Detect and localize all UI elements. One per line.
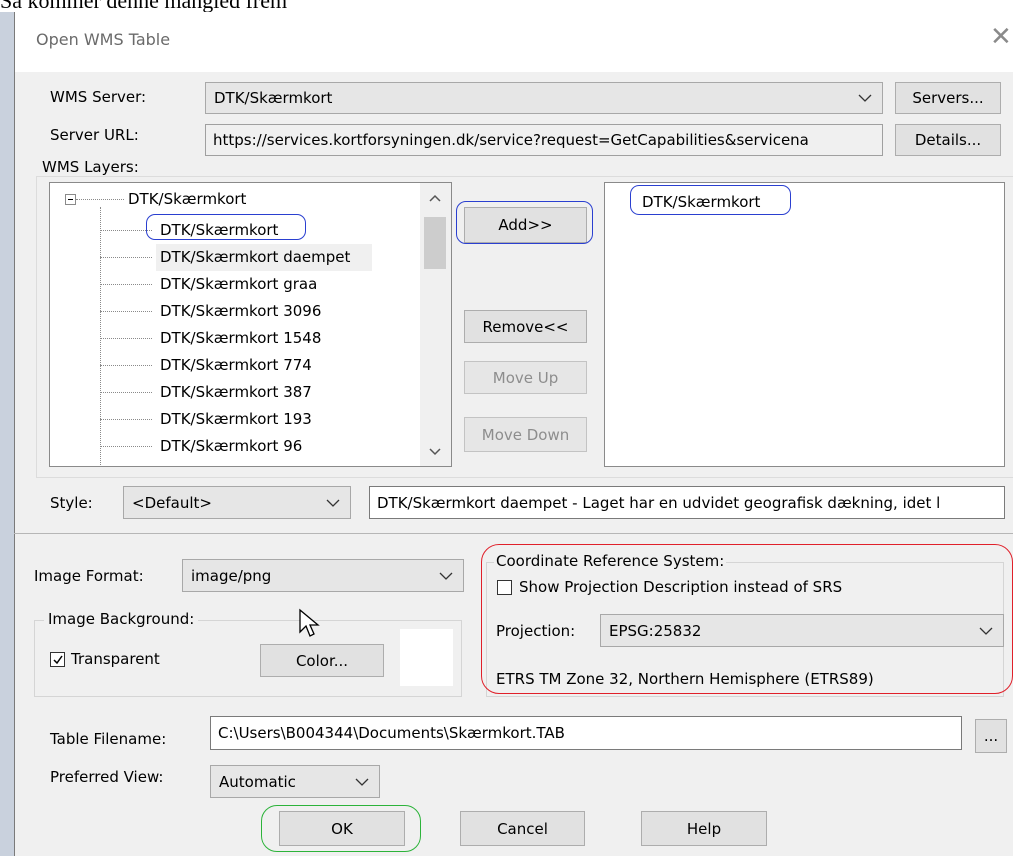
server-url-field[interactable]: https://services.kortforsyningen.dk/serv… [205,124,883,156]
tree-item-daempet[interactable]: DTK/Skærmkort daempet [160,244,350,270]
scroll-up-icon[interactable] [428,193,442,203]
details-button[interactable]: Details... [895,124,1001,156]
style-label: Style: [50,494,93,512]
move-down-button[interactable]: Move Down [464,417,587,452]
mouse-cursor-icon [299,608,320,637]
chevron-down-icon [439,572,453,580]
tree-item-774[interactable]: DTK/Skærmkort 774 [160,352,312,378]
style-description-field[interactable]: DTK/Skærmkort daempet - Laget har en udv… [369,486,1005,519]
chevron-down-icon [858,94,872,102]
annotation-circle-ok [261,805,421,852]
scroll-down-icon[interactable] [428,447,442,457]
preferred-view-value: Automatic [219,772,296,791]
cancel-button[interactable]: Cancel [460,811,585,846]
collapse-toggle[interactable] [65,194,76,205]
transparent-checkbox-row[interactable]: Transparent [50,650,160,668]
tree-item-96[interactable]: DTK/Skærmkort 96 [160,433,302,459]
annotation-circle-layer [146,214,306,240]
wms-server-label: WMS Server: [50,88,147,106]
available-layers-tree[interactable]: DTK/Skærmkort DTK/Skærmkort DTK/Skærmkor… [49,182,452,467]
tree-item-387[interactable]: DTK/Skærmkort 387 [160,379,312,405]
image-format-label: Image Format: [34,567,144,585]
tree-item-193[interactable]: DTK/Skærmkort 193 [160,406,312,432]
style-value: <Default> [132,493,212,512]
style-dropdown[interactable]: <Default> [123,486,351,519]
image-format-value: image/png [191,566,272,585]
scroll-thumb[interactable] [424,217,446,269]
table-filename-label: Table Filename: [50,730,167,748]
transparent-checkbox[interactable] [50,651,65,667]
tree-root-item[interactable]: DTK/Skærmkort [128,186,246,212]
background-window-strip [0,12,14,856]
tree-item-1548[interactable]: DTK/Skærmkort 1548 [160,325,321,351]
image-format-dropdown[interactable]: image/png [182,559,464,592]
transparent-label: Transparent [71,650,160,668]
move-up-button[interactable]: Move Up [464,361,587,394]
preferred-view-label: Preferred View: [50,768,164,786]
color-swatch[interactable] [400,629,453,686]
close-icon[interactable]: ✕ [990,22,1012,52]
tree-item-3096[interactable]: DTK/Skærmkort 3096 [160,298,321,324]
checkmark-icon [53,655,63,664]
annotation-circle-add [456,201,593,244]
annotation-circle-selected [630,185,791,215]
selected-layers-list[interactable]: DTK/Skærmkort [604,182,1005,467]
table-filename-field[interactable]: C:\Users\B004344\Documents\Skærmkort.TAB [210,716,962,750]
wms-server-dropdown[interactable]: DTK/Skærmkort [205,82,883,114]
image-background-label: Image Background: [44,610,199,628]
remove-button[interactable]: Remove<< [464,310,587,343]
separator-line [14,533,1013,534]
tree-item-graa[interactable]: DTK/Skærmkort graa [160,271,317,297]
browse-button[interactable]: ... [975,719,1007,753]
window-title: Open WMS Table [36,30,171,49]
servers-button[interactable]: Servers... [895,82,1001,114]
color-button[interactable]: Color... [260,644,384,677]
wms-layers-label: WMS Layers: [42,158,139,176]
layers-scrollbar[interactable] [420,183,451,466]
server-url-label: Server URL: [50,126,139,144]
preferred-view-dropdown[interactable]: Automatic [210,765,380,798]
wms-server-value: DTK/Skærmkort [214,89,333,107]
annotation-circle-crs [481,544,1013,694]
chevron-down-icon [355,778,369,786]
chevron-down-icon [326,499,340,507]
help-button[interactable]: Help [641,811,767,846]
